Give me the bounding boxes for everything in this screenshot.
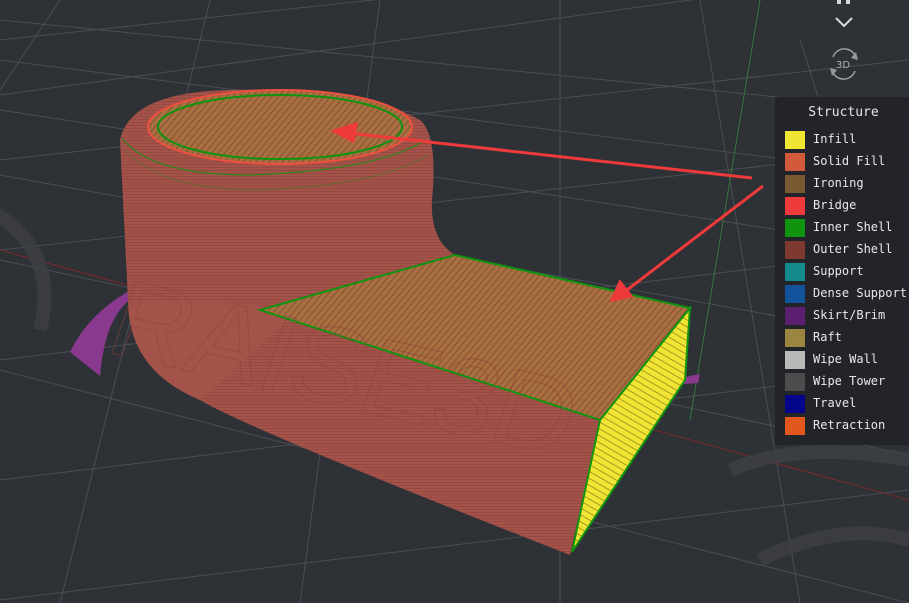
- legend-label: Wipe Tower: [813, 374, 886, 388]
- legend-swatch: [785, 131, 805, 149]
- legend-item-inner-shell[interactable]: Inner Shell: [785, 218, 907, 238]
- legend-swatch: [785, 307, 805, 325]
- legend-item-support[interactable]: Support: [785, 262, 907, 282]
- legend-item-skirt-brim[interactable]: Skirt/Brim: [785, 306, 907, 326]
- structure-legend: Structure Infill Solid Fill Ironing Bridge I…: [775, 97, 909, 445]
- legend-item-raft[interactable]: Raft: [785, 328, 907, 348]
- camera-view-icon[interactable]: [832, 0, 856, 8]
- legend-swatch: [785, 219, 805, 237]
- legend-swatch: [785, 329, 805, 347]
- legend-label: Bridge: [813, 198, 857, 212]
- legend-label: Solid Fill: [813, 154, 886, 168]
- legend-item-retraction[interactable]: Retraction: [785, 416, 907, 436]
- legend-swatch: [785, 417, 805, 435]
- legend-swatch: [785, 395, 805, 413]
- view-3d-label: 3D: [836, 60, 850, 71]
- legend-item-bridge[interactable]: Bridge: [785, 196, 907, 216]
- legend-swatch: [785, 175, 805, 193]
- legend-swatch: [785, 241, 805, 259]
- legend-item-travel[interactable]: Travel: [785, 394, 907, 414]
- model-raise3d: RAISE3D: [95, 89, 692, 555]
- legend-label: Skirt/Brim: [813, 308, 886, 322]
- chevron-down-icon[interactable]: [834, 15, 854, 29]
- legend-label: Raft: [813, 330, 842, 344]
- legend-swatch: [785, 351, 805, 369]
- legend-label: Support: [813, 264, 864, 278]
- legend-swatch: [785, 373, 805, 391]
- legend-label: Wipe Wall: [813, 352, 879, 366]
- cylinder-top-surface: [147, 89, 413, 165]
- legend-item-dense-support[interactable]: Dense Support: [785, 284, 907, 304]
- viewport-3d[interactable]: RAISE3D: [0, 0, 909, 603]
- legend-label: Ironing: [813, 176, 864, 190]
- legend-swatch: [785, 153, 805, 171]
- legend-item-ironing[interactable]: Ironing: [785, 174, 907, 194]
- legend-label: Retraction: [813, 418, 886, 432]
- rotate-3d-icon[interactable]: 3D: [826, 47, 862, 81]
- legend-item-infill[interactable]: Infill: [785, 130, 907, 150]
- y-axis-line: [689, 0, 761, 421]
- legend-swatch: [785, 263, 805, 281]
- legend-item-solid-fill[interactable]: Solid Fill: [785, 152, 907, 172]
- legend-label: Outer Shell: [813, 242, 893, 256]
- legend-swatch: [785, 285, 805, 303]
- legend-title: Structure: [808, 105, 879, 120]
- legend-item-wipe-wall[interactable]: Wipe Wall: [785, 350, 907, 370]
- legend-label: Inner Shell: [813, 220, 893, 234]
- legend-label: Infill: [813, 132, 857, 146]
- legend-swatch: [785, 197, 805, 215]
- legend-label: Travel: [813, 396, 857, 410]
- view-controls: 3D: [800, 0, 890, 90]
- legend-item-outer-shell[interactable]: Outer Shell: [785, 240, 907, 260]
- legend-label: Dense Support: [813, 286, 907, 300]
- legend-item-wipe-tower[interactable]: Wipe Tower: [785, 372, 907, 392]
